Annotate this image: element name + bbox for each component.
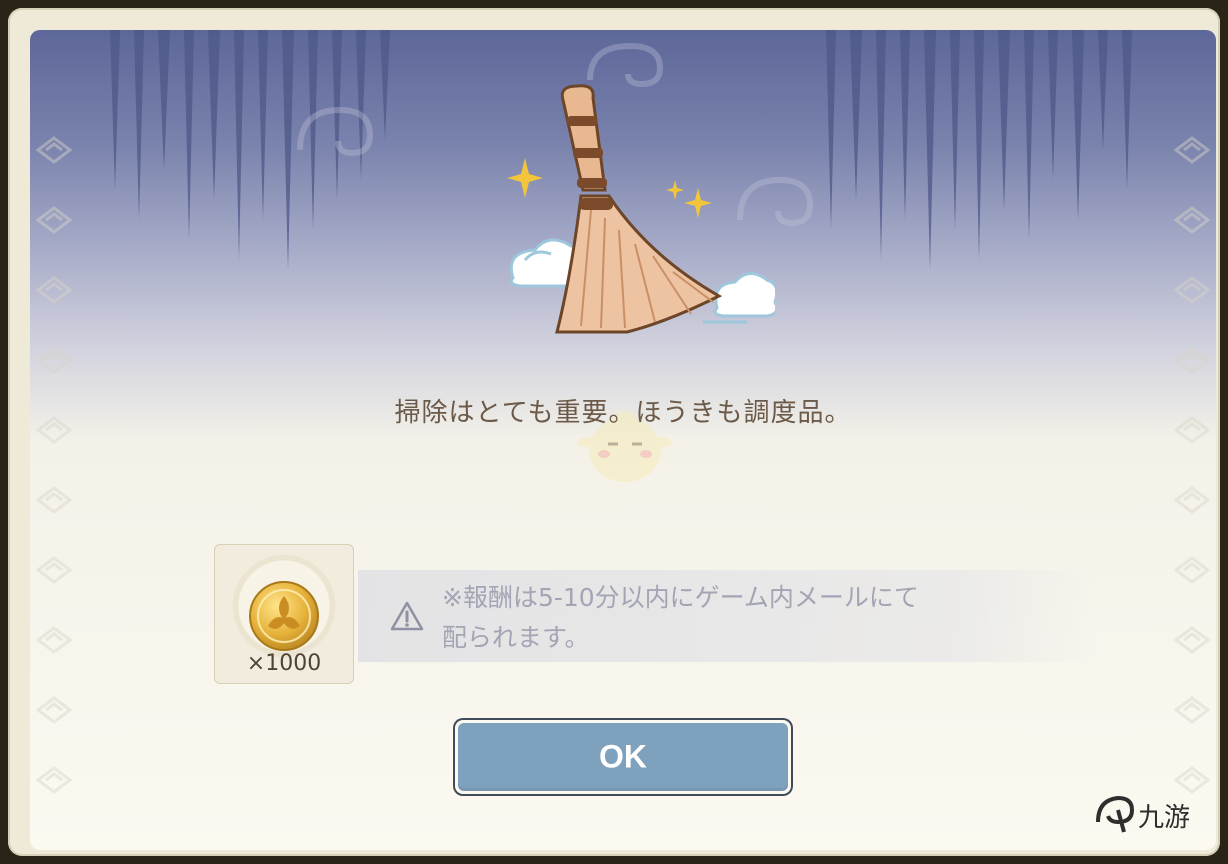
notice-line-2: 配られます。	[442, 623, 590, 652]
dialog-message: 掃除はとても重要。ほうきも調度品。	[394, 398, 852, 428]
notice-banner: ※報酬は5-10分以内にゲーム内メールにて 配られます。	[358, 570, 1098, 662]
icicles-decoration-right	[826, 30, 1132, 270]
swirl-decoration	[297, 106, 374, 157]
primogem-coin-icon	[249, 581, 319, 651]
dialog-frame: 掃除はとても重要。ほうきも調度品。 ×1000 ※報酬は5-10分以内にゲーム内…	[8, 8, 1220, 856]
reward-dialog: 掃除はとても重要。ほうきも調度品。 ×1000 ※報酬は5-10分以内にゲーム内…	[30, 30, 1216, 850]
broom-icon	[507, 84, 775, 334]
ok-button[interactable]: OK	[453, 718, 793, 796]
ok-button-label: OK	[599, 738, 647, 775]
notice-line-1: ※報酬は5-10分以内にゲーム内メールにて	[442, 583, 919, 612]
reward-quantity: ×1000	[246, 651, 322, 676]
9game-logo-icon: 九游	[1096, 795, 1190, 833]
reward-item[interactable]: ×1000	[214, 544, 354, 684]
border-pattern-decoration	[35, 136, 73, 794]
warning-icon	[390, 601, 424, 631]
watermark-text: 九游	[1138, 803, 1190, 833]
ok-button-fill: OK	[458, 723, 788, 791]
border-pattern-decoration	[1173, 136, 1211, 794]
notice-text: ※報酬は5-10分以内にゲーム内メールにて 配られます。	[442, 578, 1042, 658]
